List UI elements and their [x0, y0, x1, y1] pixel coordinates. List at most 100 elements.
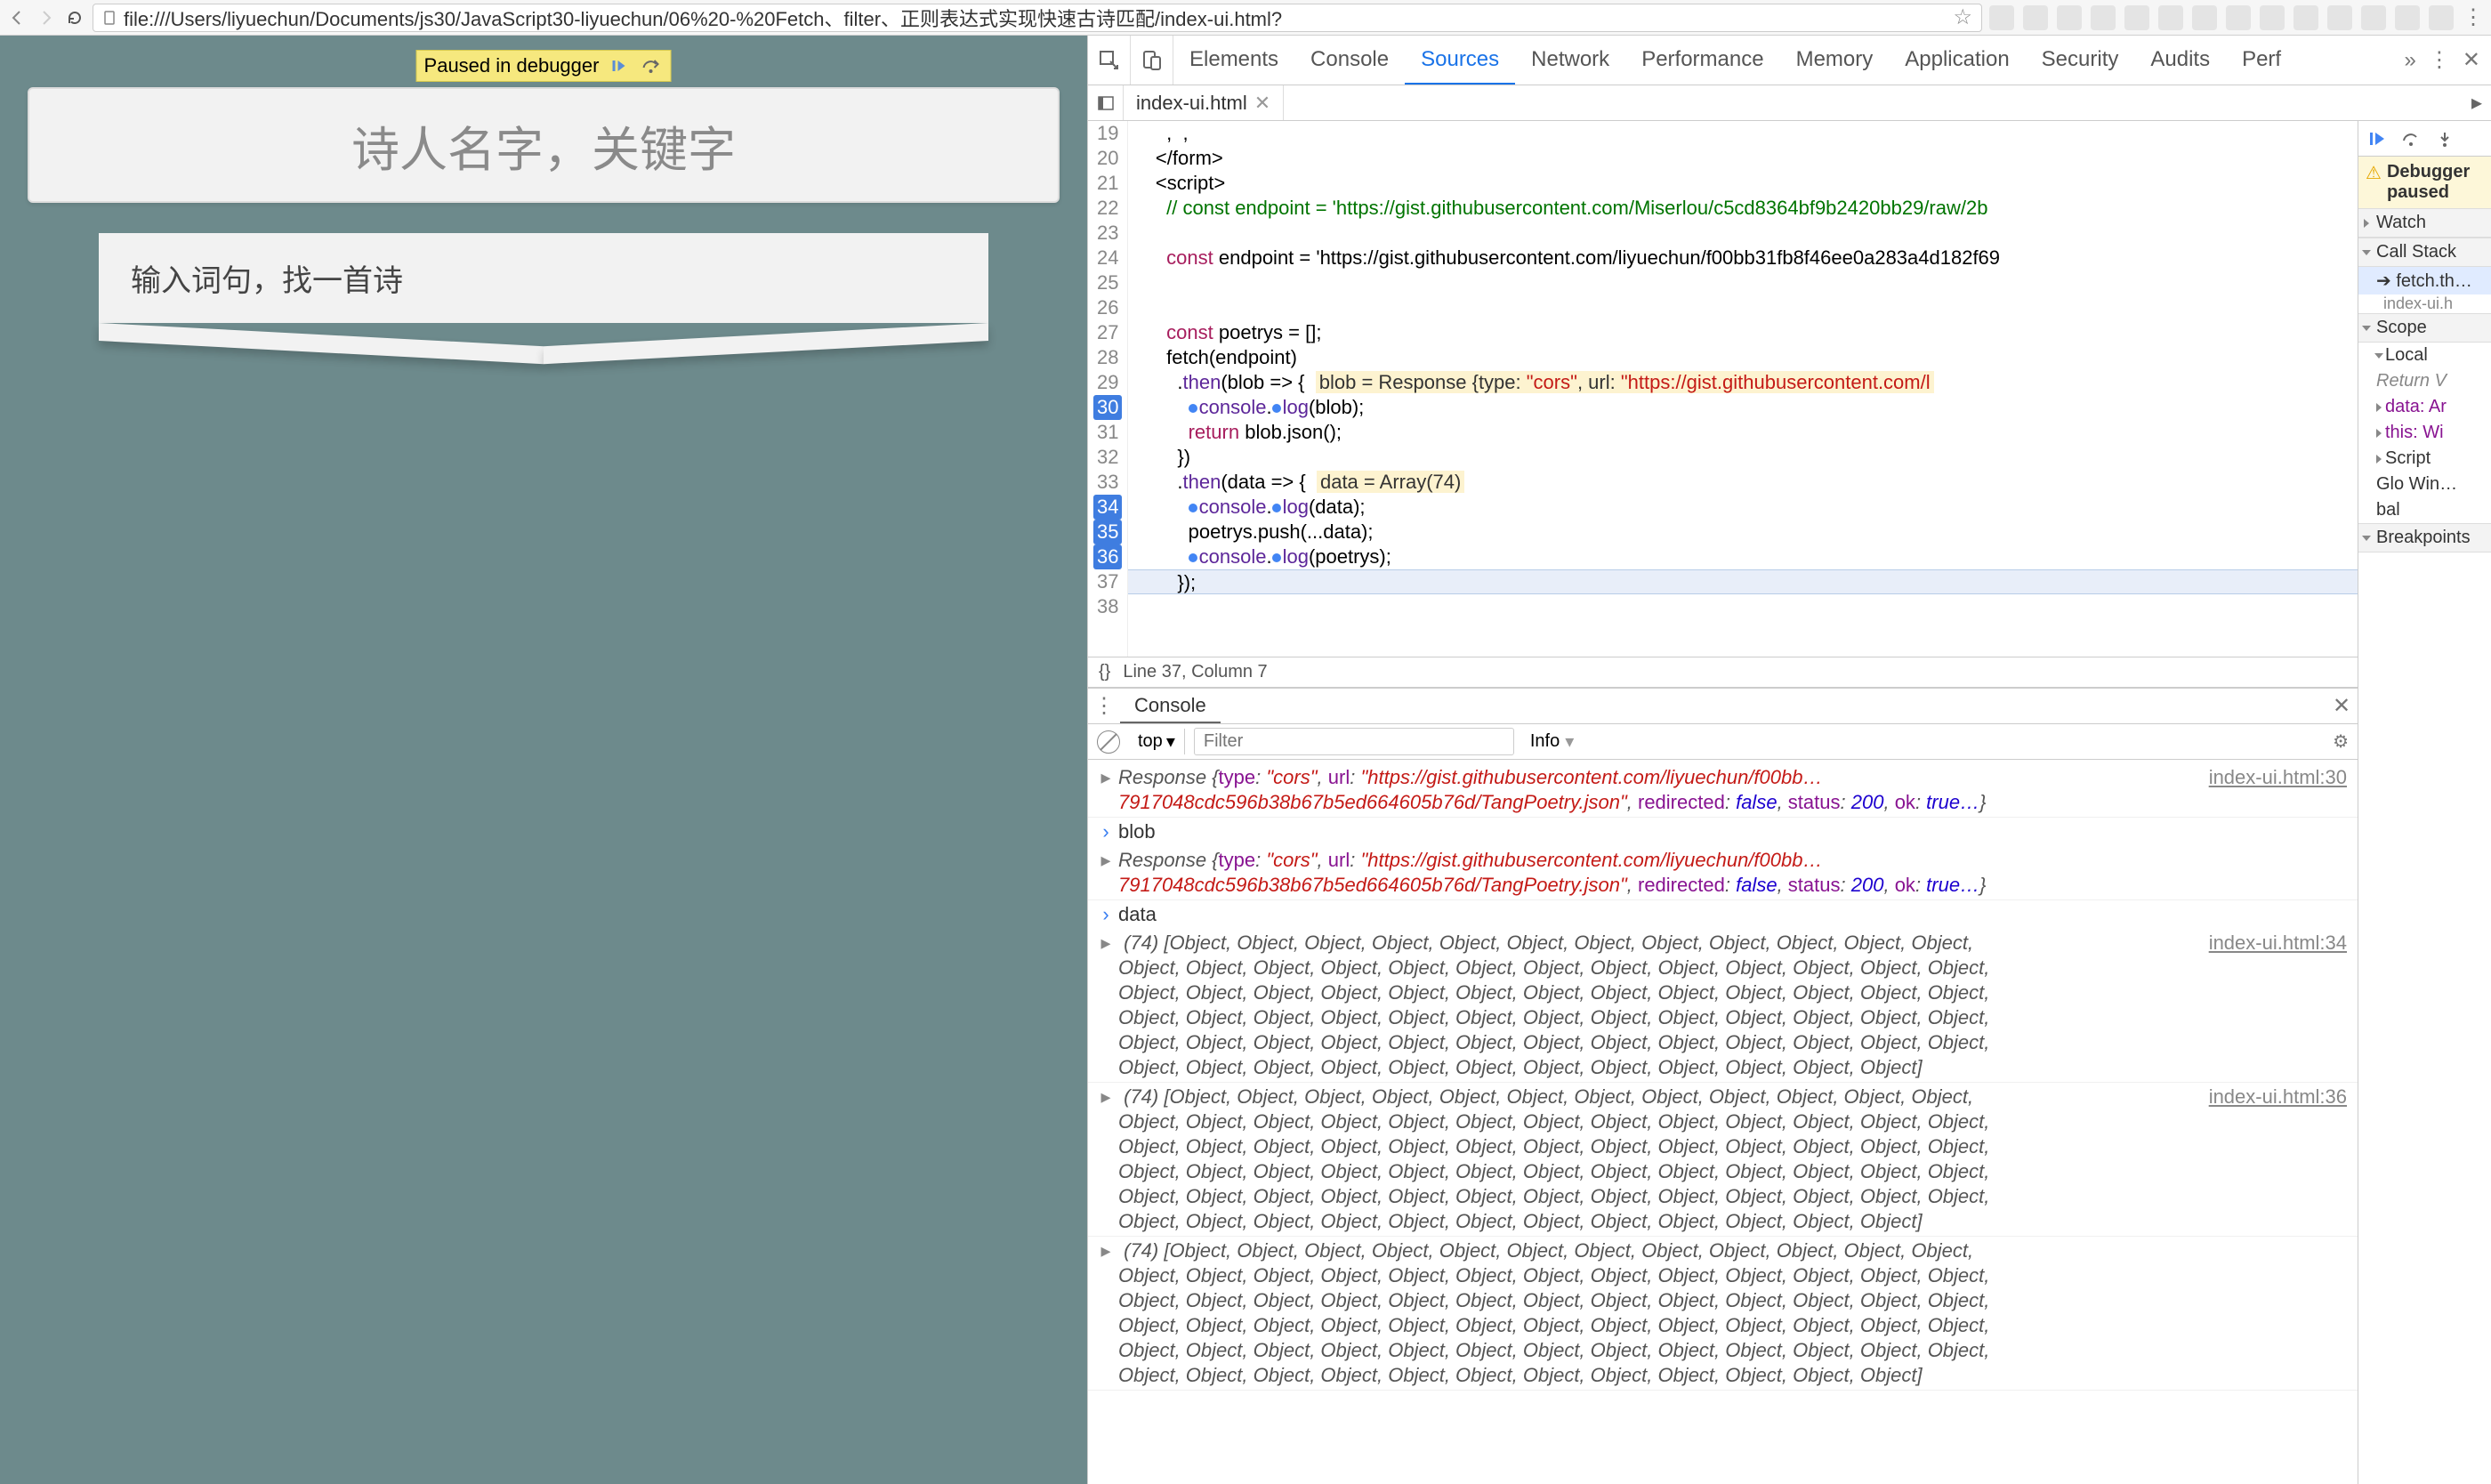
- scope-global[interactable]: Glo Win…: [2358, 472, 2491, 497]
- ext-icon[interactable]: [2091, 5, 2116, 30]
- forward-button[interactable]: [36, 7, 57, 28]
- console-toolbar: top▾ Info▾ ⚙: [1088, 724, 2358, 760]
- editor-status-bar: {} Line 37, Column 7: [1088, 657, 2358, 687]
- callstack-frame-source: index-ui.h: [2358, 294, 2491, 313]
- more-tabs-icon[interactable]: »: [2405, 48, 2416, 73]
- inspect-element-icon[interactable]: [1088, 36, 1131, 85]
- console-message[interactable]: ▸Response {type: "cors", url: "https://g…: [1088, 763, 2358, 818]
- scope-script[interactable]: Script: [2358, 446, 2491, 472]
- result-hint-card: 输入词句，找一首诗: [99, 233, 988, 323]
- ext-icon[interactable]: [2327, 5, 2352, 30]
- log-level-selector[interactable]: Info▾: [1523, 730, 1581, 753]
- menu-icon[interactable]: ⋮: [2463, 4, 2484, 30]
- ext-icon[interactable]: [2361, 5, 2386, 30]
- console-filter-input[interactable]: [1194, 728, 1514, 755]
- resume-icon[interactable]: [606, 53, 631, 78]
- debugger-sidebar: ⚠ Debugger paused Watch Call Stack ➔ fet…: [2358, 121, 2491, 1484]
- console-source-link[interactable]: index-ui.html:30: [2198, 765, 2347, 815]
- watch-section[interactable]: Watch: [2358, 208, 2491, 238]
- browser-toolbar: file:///Users/liyuechun/Documents/js30/J…: [0, 0, 2491, 36]
- clear-console-icon[interactable]: [1097, 730, 1120, 754]
- console-input-echo: ›blob: [1088, 818, 2358, 846]
- ext-icon[interactable]: [2192, 5, 2217, 30]
- paused-text: Paused in debugger: [424, 54, 600, 77]
- devtools-tab-performance[interactable]: Performance: [1625, 36, 1779, 85]
- search-input[interactable]: 诗人名字，关键字: [28, 87, 1060, 203]
- drawer-tab-console[interactable]: Console: [1120, 689, 1221, 723]
- devtools-header: ElementsConsoleSourcesNetworkPerformance…: [1088, 36, 2491, 85]
- console-message[interactable]: ▸ (74) [Object, Object, Object, Object, …: [1088, 929, 2358, 1083]
- console-message[interactable]: ▸ (74) [Object, Object, Object, Object, …: [1088, 1083, 2358, 1237]
- extension-icons: ⋮: [1989, 4, 2484, 30]
- toggle-navigator-icon[interactable]: [1088, 85, 1124, 120]
- console-output[interactable]: ▸Response {type: "cors", url: "https://g…: [1088, 760, 2358, 1484]
- bookmark-star-icon[interactable]: ☆: [1953, 4, 1972, 30]
- debugger-paused-banner: ⚠ Debugger paused: [2358, 157, 2491, 208]
- ext-icon[interactable]: [2226, 5, 2251, 30]
- debugger-controls: [2358, 121, 2491, 157]
- scope-var-this[interactable]: this: Wi: [2358, 420, 2491, 446]
- back-button[interactable]: [7, 7, 28, 28]
- console-message[interactable]: ▸Response {type: "cors", url: "https://g…: [1088, 846, 2358, 900]
- file-name: index-ui.html: [1136, 92, 1247, 115]
- console-source-link[interactable]: index-ui.html:34: [2198, 931, 2347, 1080]
- ext-icon[interactable]: [2429, 5, 2454, 30]
- scope-global2: bal: [2358, 497, 2491, 523]
- open-file-tab[interactable]: index-ui.html ✕: [1124, 85, 1284, 120]
- breakpoints-section[interactable]: Breakpoints: [2358, 523, 2491, 552]
- devtools-tab-memory[interactable]: Memory: [1780, 36, 1890, 85]
- drawer-close-icon[interactable]: ✕: [2326, 693, 2358, 719]
- ext-icon[interactable]: [2158, 5, 2183, 30]
- devtools-tab-network[interactable]: Network: [1515, 36, 1625, 85]
- reload-button[interactable]: [64, 7, 85, 28]
- console-message[interactable]: ▸ (74) [Object, Object, Object, Object, …: [1088, 1237, 2358, 1391]
- step-into-button[interactable]: [2433, 127, 2456, 150]
- close-file-icon[interactable]: ✕: [1254, 92, 1270, 115]
- step-over-icon[interactable]: [638, 53, 663, 78]
- console-drawer: ⋮ Console ✕ top▾ Info▾: [1088, 687, 2358, 1484]
- scope-local[interactable]: Local: [2358, 343, 2491, 368]
- code-editor[interactable]: 1920212223242526272829303132333435363738…: [1088, 121, 2358, 657]
- pretty-print-icon[interactable]: {}: [1099, 662, 1110, 682]
- search-placeholder: 诗人名字，关键字: [351, 110, 736, 181]
- file-icon: [102, 10, 118, 26]
- ext-icon[interactable]: [2023, 5, 2048, 30]
- ext-icon[interactable]: [2395, 5, 2420, 30]
- ext-icon[interactable]: [2124, 5, 2149, 30]
- scope-var-data[interactable]: data: Ar: [2358, 394, 2491, 420]
- close-devtools-icon[interactable]: ✕: [2463, 47, 2480, 73]
- devtools-tab-sources[interactable]: Sources: [1405, 36, 1515, 85]
- paused-overlay: Paused in debugger: [416, 50, 672, 82]
- callstack-section[interactable]: Call Stack: [2358, 238, 2491, 267]
- step-over-button[interactable]: [2399, 127, 2422, 150]
- console-source-link[interactable]: index-ui.html:36: [2198, 1085, 2347, 1234]
- ext-icon[interactable]: [2057, 5, 2082, 30]
- file-tab-bar: index-ui.html ✕ ▸: [1088, 85, 2491, 121]
- devtools-tab-elements[interactable]: Elements: [1173, 36, 1294, 85]
- kebab-icon[interactable]: ⋮: [2429, 47, 2450, 73]
- url-text: file:///Users/liyuechun/Documents/js30/J…: [124, 4, 1947, 32]
- scope-section[interactable]: Scope: [2358, 313, 2491, 343]
- devtools-tab-audits[interactable]: Audits: [2134, 36, 2226, 85]
- cursor-position: Line 37, Column 7: [1123, 662, 1267, 682]
- page-viewport: Paused in debugger 诗人名字，关键字 输入词句，找一首诗: [0, 36, 1087, 1484]
- devtools-tab-application[interactable]: Application: [1889, 36, 2025, 85]
- more-files-icon[interactable]: ▸: [2471, 90, 2482, 116]
- devtools-tab-security[interactable]: Security: [2026, 36, 2135, 85]
- device-toolbar-icon[interactable]: [1131, 36, 1173, 85]
- warning-icon: ⚠: [2366, 162, 2382, 184]
- ext-icon[interactable]: [2260, 5, 2285, 30]
- drawer-kebab-icon[interactable]: ⋮: [1088, 693, 1120, 719]
- callstack-frame[interactable]: ➔ fetch.th…: [2358, 267, 2491, 294]
- context-selector[interactable]: top▾: [1129, 729, 1185, 754]
- result-hint-text: 输入词句，找一首诗: [131, 264, 403, 298]
- console-settings-icon[interactable]: ⚙: [2333, 730, 2349, 753]
- resume-button[interactable]: [2366, 127, 2389, 150]
- address-bar[interactable]: file:///Users/liyuechun/Documents/js30/J…: [93, 4, 1982, 32]
- devtools-tab-console[interactable]: Console: [1294, 36, 1405, 85]
- devtools: ElementsConsoleSourcesNetworkPerformance…: [1087, 36, 2491, 1484]
- console-input-echo: ›data: [1088, 900, 2358, 929]
- devtools-tab-perf[interactable]: Perf: [2226, 36, 2297, 85]
- ext-icon[interactable]: [2293, 5, 2318, 30]
- ext-icon[interactable]: [1989, 5, 2014, 30]
